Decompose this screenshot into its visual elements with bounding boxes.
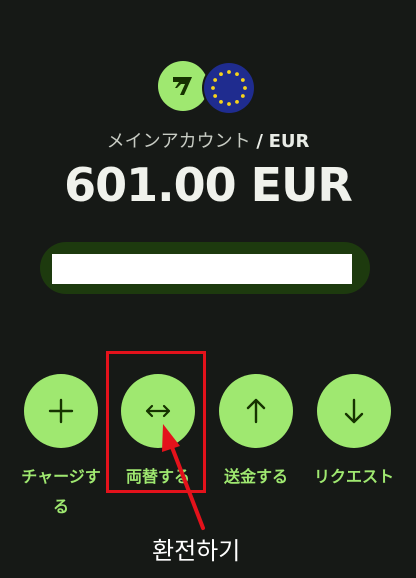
request-action[interactable]: リクエスト bbox=[314, 374, 394, 492]
eu-flag-icon bbox=[202, 61, 256, 115]
eu-star bbox=[240, 94, 245, 98]
exchange-highlight-box bbox=[106, 351, 206, 493]
account-currency: EUR bbox=[268, 131, 310, 152]
eu-star bbox=[219, 99, 223, 104]
annotation-label: 환전하기 bbox=[152, 537, 241, 565]
eu-star bbox=[240, 78, 245, 82]
eu-star bbox=[235, 99, 239, 104]
account-logos bbox=[158, 61, 258, 115]
eu-star bbox=[211, 86, 215, 90]
account-title: メインアカウント / EUR bbox=[0, 127, 416, 153]
request-button[interactable] bbox=[317, 374, 391, 448]
eu-star bbox=[227, 70, 231, 74]
eu-star bbox=[219, 72, 223, 77]
charge-label: チャージする bbox=[21, 467, 101, 516]
wise-flag-icon bbox=[173, 77, 192, 95]
balance-amount: 601.00 EUR bbox=[64, 158, 353, 212]
account-screen: メインアカウント / EUR 601.00 EUR チャージする 両替する 送金… bbox=[0, 0, 416, 578]
charge-button[interactable] bbox=[24, 374, 98, 448]
eu-star bbox=[213, 94, 218, 98]
eu-star bbox=[235, 72, 239, 77]
eu-star bbox=[227, 102, 231, 106]
send-label: 送金する bbox=[223, 467, 288, 486]
send-action[interactable]: 送金する bbox=[216, 374, 296, 492]
account-separator: / bbox=[256, 131, 263, 152]
request-label: リクエスト bbox=[314, 467, 395, 486]
account-name: メインアカウント bbox=[106, 131, 251, 152]
wise-logo bbox=[158, 61, 208, 111]
plus-icon bbox=[48, 398, 74, 424]
eu-star bbox=[213, 78, 218, 82]
eu-star bbox=[243, 86, 247, 90]
redacted-info-bar bbox=[40, 242, 370, 294]
arrow-up-icon bbox=[246, 398, 266, 424]
arrow-down-icon bbox=[344, 398, 364, 424]
send-button[interactable] bbox=[219, 374, 293, 448]
redaction-mask bbox=[52, 254, 352, 284]
charge-action[interactable]: チャージする bbox=[21, 374, 101, 522]
